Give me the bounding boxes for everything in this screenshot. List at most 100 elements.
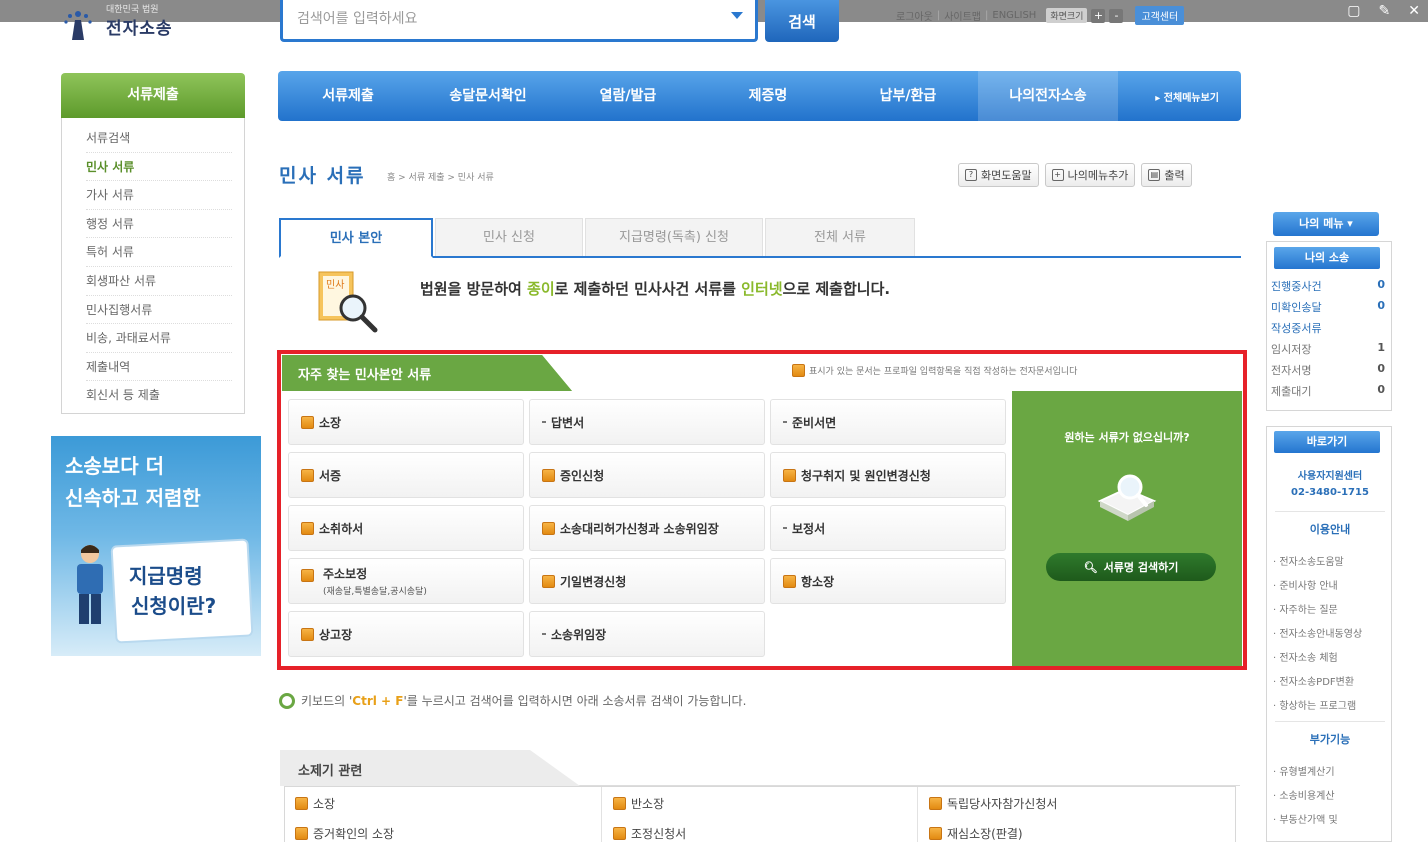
print-label: 출력 [1164, 169, 1185, 182]
extra-link-label: 유형별계산기 [1279, 767, 1335, 778]
doc-link-label: 반소장 [631, 796, 665, 811]
guide-link-label: 전자소송 체험 [1279, 653, 1338, 664]
doc-link-party-join[interactable]: 독립당사자참가신청서 [929, 789, 1057, 817]
search-hint: 키보드의 'Ctrl + F'를 누르시고 검색어를 입력하시면 아래 소송서류… [279, 692, 746, 709]
sidebar-item-reply-submit[interactable]: 회신서 등 제출 [86, 381, 232, 410]
logout-link[interactable]: 로그아웃 [896, 8, 933, 23]
search-box [280, 0, 758, 42]
guide-link[interactable]: · 전자소송안내동영상 [1273, 625, 1362, 640]
sidebar-item-patent[interactable]: 특허 서류 [86, 238, 232, 267]
screen-help-button[interactable]: ? 화면도움말 [958, 163, 1039, 187]
doc-link-label: 조정신청서 [631, 826, 687, 841]
lawsuit-documents-table: 소장 증거확인의 소장 반소장 조정신청서 독립당사자참가신청서 재심소장(판결… [284, 786, 1236, 842]
site-logo[interactable]: 대한민국 법원 전자소송 [58, 2, 188, 42]
my-case-header[interactable]: 나의 소송 [1274, 247, 1380, 269]
row-count: 0 [1377, 383, 1385, 396]
document-icon [295, 796, 308, 810]
pen-icon[interactable]: ✎ [1379, 3, 1391, 19]
guide-link-label: 전자소송PDF변환 [1279, 677, 1355, 688]
doc-link-counterclaim[interactable]: 반소장 [613, 789, 664, 817]
overlay-icons: ▢ ✎ ✕ [1347, 0, 1420, 22]
extra-link[interactable]: · 부동산가액 및 [1273, 811, 1338, 826]
my-case-row-e-signature[interactable]: 전자서명 0 [1271, 362, 1385, 382]
sitemap-link[interactable]: 사이트맵 [944, 8, 981, 23]
sidebar-item-nonlitigation[interactable]: 비송, 과태료서류 [86, 324, 232, 353]
search-dropdown-icon[interactable] [731, 12, 743, 19]
court-logo-icon [64, 11, 92, 40]
zoom-in-button[interactable]: + [1091, 8, 1106, 23]
sidebar-item-bankruptcy[interactable]: 회생파산 서류 [86, 267, 232, 296]
doc-link-mediation[interactable]: 조정신청서 [613, 819, 686, 842]
add-my-menu-label: 나의메뉴추가 [1067, 169, 1129, 182]
doc-link-complaint[interactable]: 소장 [295, 789, 335, 817]
my-case-row-unconfirmed[interactable]: 미확인송달 0 [1271, 299, 1385, 319]
row-label: 진행중사건 [1271, 280, 1322, 293]
guide-link[interactable]: · 전자소송PDF변환 [1273, 673, 1354, 688]
add-my-menu-button[interactable]: + 나의메뉴추가 [1044, 163, 1136, 187]
guide-link[interactable]: · 전자소송도움말 [1273, 553, 1344, 568]
nav-my-ecase[interactable]: 나의전자소송 [978, 71, 1118, 121]
separator: | [985, 10, 989, 21]
sidebar-item-civil-execution[interactable]: 민사집행서류 [86, 296, 232, 325]
sidebar-item-document-search[interactable]: 서류검색 [86, 124, 232, 153]
sidebar-item-administrative[interactable]: 행정 서류 [86, 210, 232, 239]
my-case-row-ongoing[interactable]: 진행중사건 0 [1271, 278, 1385, 298]
search-input[interactable] [297, 4, 717, 34]
my-case-row-pending[interactable]: 제출대기 0 [1271, 383, 1385, 403]
english-link[interactable]: ENGLISH [992, 10, 1036, 21]
my-case-panel: 나의 소송 진행중사건 0 미확인송달 0 작성중서류 임시저장 1 전자서명 … [1266, 241, 1392, 411]
breadcrumb: 홈 > 서류 제출 > 민사 서류 [387, 173, 494, 183]
search-button[interactable]: 검색 [765, 0, 839, 42]
tab-all-documents[interactable]: 전체 서류 [765, 218, 915, 256]
document-tabs: 민사 본안 민사 신청 지급명령(독촉) 신청 전체 서류 [279, 218, 1241, 258]
nav-all-menu[interactable]: ▸ 전체메뉴보기 [1155, 89, 1219, 104]
sidebar-item-submission-history[interactable]: 제출내역 [86, 353, 232, 382]
page-title: 민사 서류 [279, 165, 366, 187]
extra-link[interactable]: · 소송비용계산 [1273, 787, 1335, 802]
my-menu-button[interactable]: 나의 메뉴 ▾ [1273, 212, 1379, 236]
guide-link[interactable]: · 자주하는 질문 [1273, 601, 1338, 616]
guide-link-label: 자주하는 질문 [1279, 605, 1338, 616]
print-button[interactable]: ▤ 출력 [1141, 163, 1192, 187]
my-case-row-temp-saved[interactable]: 임시저장 1 [1271, 341, 1385, 361]
screen-help-label: 화면도움말 [981, 169, 1032, 182]
doc-link-evidence-confirm[interactable]: 증거확인의 소장 [295, 819, 394, 842]
utility-links: 로그아웃 | 사이트맵 | ENGLISH 화면크기 + - 고객센터 [896, 6, 1185, 25]
customer-center-button[interactable]: 고객센터 [1135, 6, 1185, 25]
guide-link-label: 준비사항 안내 [1279, 581, 1338, 592]
tab-payment-order[interactable]: 지급명령(독촉) 신청 [585, 218, 763, 256]
shortcut-panel: 바로가기 사용자지원센터 02-3480-1715 이용안내 · 전자소송도움말… [1266, 426, 1392, 842]
tab-civil-main[interactable]: 민사 본안 [279, 218, 433, 258]
bottom-section-title: 소제기 관련 [298, 764, 363, 779]
guide-link[interactable]: · 항상하는 프로그램 [1273, 697, 1356, 712]
row-label: 미확인송달 [1271, 301, 1322, 314]
highlight-frame [277, 350, 1247, 670]
divider [1275, 721, 1385, 722]
nav-document-submit[interactable]: 서류제출 [278, 71, 418, 121]
close-icon[interactable]: ✕ [1408, 3, 1420, 19]
guide-link[interactable]: · 준비사항 안내 [1273, 577, 1338, 592]
intro-text-2: 로 제출하던 민사사건 서류를 [554, 280, 742, 298]
guide-link[interactable]: · 전자소송 체험 [1273, 649, 1338, 664]
zoom-out-button[interactable]: - [1109, 8, 1124, 23]
nav-view-issue[interactable]: 열람/발급 [558, 71, 698, 121]
sidebar-item-family[interactable]: 가사 서류 [86, 181, 232, 210]
nav-delivery-check[interactable]: 송달문서확인 [418, 71, 558, 121]
sidebar-item-civil[interactable]: 민사 서류 [86, 153, 232, 182]
payment-order-banner[interactable]: 소송보다 더 신속하고 저렴한 지급명령 신청이란? [51, 436, 261, 656]
row-count: 0 [1377, 299, 1385, 312]
hint-text-2: '를 누르시고 검색어를 입력하시면 아래 소송서류 검색이 가능합니다. [403, 694, 747, 708]
my-case-row-drafting[interactable]: 작성중서류 [1271, 320, 1385, 340]
tab-civil-application[interactable]: 민사 신청 [435, 218, 583, 256]
doc-link-label: 재심소장(판결) [947, 826, 1023, 841]
support-center-label[interactable]: 사용자지원센터 [1267, 467, 1393, 482]
nav-certificate[interactable]: 제증명 [698, 71, 838, 121]
separator: | [936, 10, 941, 21]
add-menu-icon: + [1051, 169, 1064, 181]
guide-link-label: 전자소송안내동영상 [1279, 629, 1363, 640]
main-navigation: 서류제출 송달문서확인 열람/발급 제증명 납부/환급 나의전자소송 ▸ 전체메… [278, 71, 1241, 121]
share-icon[interactable]: ▢ [1347, 3, 1360, 19]
extra-link[interactable]: · 유형별계산기 [1273, 763, 1335, 778]
nav-payment-refund[interactable]: 납부/환급 [838, 71, 978, 121]
doc-link-retrial[interactable]: 재심소장(판결) [929, 819, 1023, 842]
